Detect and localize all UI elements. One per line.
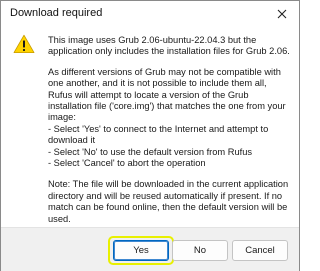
button-bar: Yes No Cancel	[1, 227, 299, 271]
message-paragraph-2: As different versions of Grub may not be…	[48, 66, 286, 169]
message-paragraph-1: This image uses Grub 2.06-ubuntu-22.04.3…	[48, 35, 290, 57]
title-bar[interactable]: Download required	[1, 1, 299, 27]
yes-button[interactable]: Yes	[113, 240, 169, 261]
warning-icon	[13, 34, 35, 53]
cancel-button[interactable]: Cancel	[232, 240, 288, 261]
window-title: Download required	[10, 7, 103, 19]
download-required-dialog: Download required This image uses Grub 2…	[0, 0, 300, 271]
close-button[interactable]	[271, 3, 293, 25]
message-paragraph-3: Note: The file will be downloaded in the…	[48, 179, 289, 224]
no-button[interactable]: No	[172, 240, 228, 261]
dialog-message: This image uses Grub 2.06-ubuntu-22.04.3…	[48, 35, 292, 235]
close-icon	[277, 9, 287, 19]
